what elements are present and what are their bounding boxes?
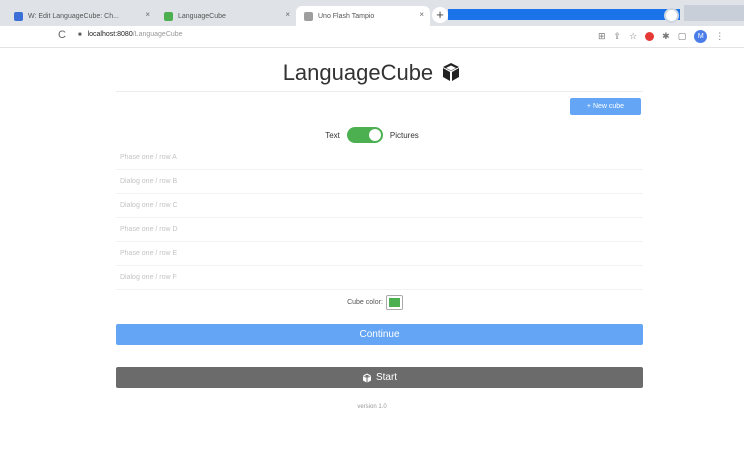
list-item[interactable]: Phase one / row E [116,242,643,266]
window-profile-icon[interactable] [664,8,679,23]
url-path: /LanguageCube [132,31,183,38]
start-button-label: Start [375,372,398,383]
browser-tab-2[interactable]: LanguageCube × [156,6,296,26]
extension-red-icon[interactable] [645,32,655,41]
sidebar-icon[interactable]: ▢ [678,31,687,42]
cube-icon [443,63,460,81]
toggle-right-label: Pictures [389,130,419,140]
start-button[interactable]: Start [116,367,643,388]
browser-tab-3-active[interactable]: Uno Flash Tampio × [296,6,430,26]
list-item[interactable]: Dialog one / row C [116,194,643,218]
tab-label: Uno Flash Tampio [318,12,375,20]
browser-tabstrip: W: Edit LanguageCube: Ch... × LanguageCu… [0,0,744,26]
new-tab-button[interactable]: + [432,7,448,23]
tab-label: W: Edit LanguageCube: Ch... [28,12,119,20]
toggle-knob [368,129,381,141]
reload-icon[interactable]: C [58,29,66,41]
tab-favicon [164,11,173,21]
cube-color-label: Cube color: [347,299,383,306]
new-cube-button[interactable]: + New cube [570,98,641,115]
puzzle-icon[interactable]: ✱ [662,31,670,42]
tab-favicon [14,11,23,21]
toolbar-icons: ⊞ ⇪ ☆ ✱ ▢ M ⋮ [598,30,724,43]
tab-favicon [304,11,313,21]
translate-icon[interactable]: ⊞ [598,31,606,42]
toggle-left-label: Text [325,130,340,140]
list-item[interactable]: Phase one / row A [116,146,643,170]
list-item[interactable]: Phase one / row D [116,218,643,242]
mode-toggle-row: Text Pictures [0,127,744,143]
cube-icon [362,373,371,382]
title-divider [116,91,643,92]
continue-button[interactable]: Continue [116,324,643,345]
window-controls[interactable] [684,5,744,21]
browser-toolbar: C ■ localhost:8080/LanguageCube ⊞ ⇪ ☆ ✱ … [0,26,744,48]
cube-color-row: Cube color: [0,295,744,310]
share-icon[interactable]: ⇪ [614,31,622,42]
cube-color-swatch [388,298,400,307]
tab-close-icon[interactable]: × [145,10,150,19]
page-title-text: LanguageCube [282,60,434,85]
tab-label: LanguageCube [178,12,226,20]
profile-icon[interactable]: M [694,30,708,43]
cube-row-list: Phase one / row A Dialog one / row B Dia… [116,146,643,290]
browser-tab-1[interactable]: W: Edit LanguageCube: Ch... × [6,6,156,26]
version-label: version 1.0 [357,404,387,410]
tab-close-icon[interactable]: × [419,10,424,19]
page-title: LanguageCube [0,60,744,86]
lock-icon: ■ [78,32,82,38]
text-pictures-toggle[interactable] [346,127,383,143]
menu-icon[interactable]: ⋮ [715,31,724,42]
cube-color-picker[interactable] [385,295,403,310]
list-item[interactable]: Dialog one / row F [116,266,643,290]
url-host: localhost:8080 [87,31,133,38]
star-icon[interactable]: ☆ [629,31,637,42]
address-bar[interactable]: ■ localhost:8080/LanguageCube [78,31,183,38]
tab-close-icon[interactable]: × [285,10,290,19]
list-item[interactable]: Dialog one / row B [116,170,643,194]
tabstrip-highlight [448,9,680,20]
